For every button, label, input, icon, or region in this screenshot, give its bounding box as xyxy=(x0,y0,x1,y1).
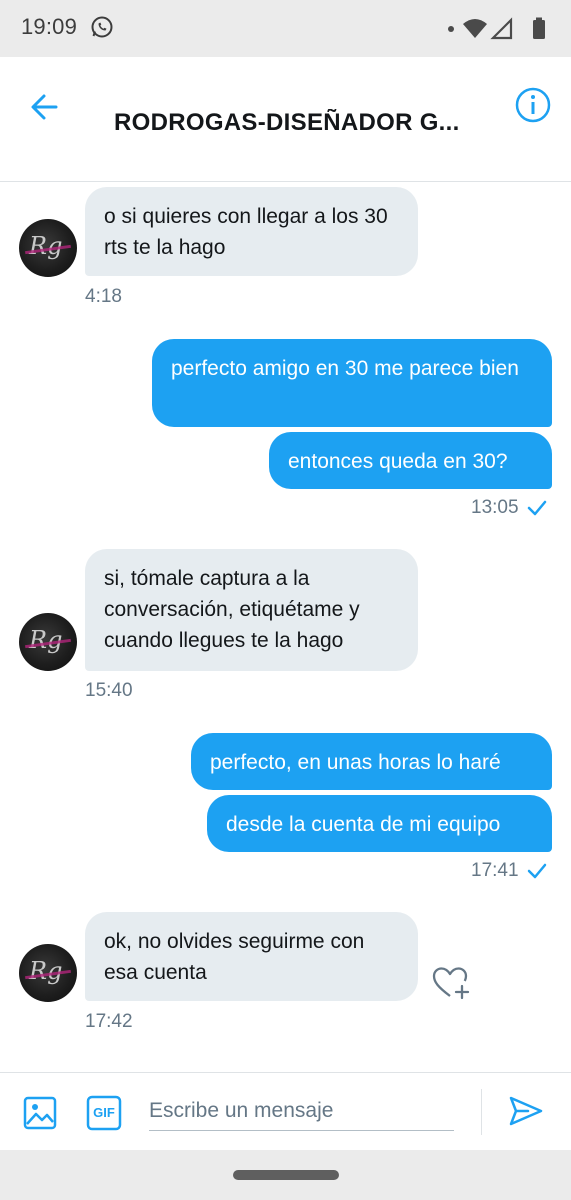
message-status: 13:05 xyxy=(471,497,547,519)
message-bubble-incoming[interactable]: ok, no olvides seguirme con esa cuenta xyxy=(85,912,418,1001)
message-timestamp: 17:41 xyxy=(471,860,519,881)
system-nav-bar xyxy=(0,1150,571,1200)
composer-divider xyxy=(481,1089,482,1135)
contact-avatar[interactable]: Rg xyxy=(19,944,77,1002)
message-composer: GIF xyxy=(0,1072,571,1151)
home-gesture-bar[interactable] xyxy=(233,1170,339,1180)
wifi-icon xyxy=(463,19,487,38)
message-timestamp: 15:40 xyxy=(85,680,133,701)
status-bar: 19:09 xyxy=(0,0,571,57)
add-photo-button[interactable] xyxy=(22,1095,58,1131)
arrow-left-icon xyxy=(31,94,58,120)
gif-button[interactable]: GIF xyxy=(86,1095,122,1131)
message-bubble-outgoing[interactable]: desde la cuenta de mi equipo xyxy=(207,795,552,852)
message-bubble-outgoing[interactable]: entonces queda en 30? xyxy=(269,432,552,489)
contact-avatar[interactable]: Rg xyxy=(19,219,77,277)
message-timestamp: 4:18 xyxy=(85,286,122,307)
notification-dot-icon xyxy=(448,26,454,32)
sent-check-icon xyxy=(527,863,546,879)
back-button[interactable] xyxy=(26,87,66,127)
message-bubble-outgoing[interactable]: perfecto, en unas horas lo haré xyxy=(191,733,552,790)
message-timestamp: 13:05 xyxy=(471,497,519,518)
message-status: 17:41 xyxy=(471,860,547,882)
message-bubble-incoming[interactable]: si, tómale captura a la conversación, et… xyxy=(85,549,418,671)
send-button[interactable] xyxy=(506,1091,546,1131)
contact-avatar[interactable]: Rg xyxy=(19,613,77,671)
status-icons xyxy=(461,16,551,47)
message-text: o si quieres con llegar a los 30 rts te … xyxy=(104,205,388,259)
gif-label: GIF xyxy=(93,1105,115,1120)
heart-plus-icon xyxy=(432,967,470,1000)
image-icon xyxy=(23,1096,57,1130)
conversation-header: RODROGAS-DISEÑADOR G... xyxy=(0,57,571,182)
add-reaction-button[interactable] xyxy=(432,966,472,1002)
send-icon xyxy=(509,1096,543,1126)
status-time: 19:09 xyxy=(21,14,78,39)
message-text: si, tómale captura a la conversación, et… xyxy=(104,567,360,652)
whatsapp-icon xyxy=(90,15,114,44)
info-button[interactable] xyxy=(513,85,553,125)
message-text: ok, no olvides seguirme con esa cuenta xyxy=(104,930,365,984)
message-timestamp: 17:42 xyxy=(85,1011,133,1032)
message-text: perfecto, en unas horas lo haré xyxy=(210,751,501,774)
sent-check-icon xyxy=(527,500,546,516)
info-icon xyxy=(515,87,551,123)
conversation-title: RODROGAS-DISEÑADOR G... xyxy=(114,109,460,136)
signal-icon xyxy=(490,17,513,40)
message-bubble-outgoing[interactable]: perfecto amigo en 30 me parece bien xyxy=(152,339,552,427)
message-input[interactable] xyxy=(149,1091,454,1131)
message-text: entonces queda en 30? xyxy=(288,450,508,473)
message-text: desde la cuenta de mi equipo xyxy=(226,813,501,836)
battery-icon xyxy=(533,17,545,39)
message-text: perfecto amigo en 30 me parece bien xyxy=(171,357,519,380)
message-bubble-incoming[interactable]: o si quieres con llegar a los 30 rts te … xyxy=(85,187,418,276)
